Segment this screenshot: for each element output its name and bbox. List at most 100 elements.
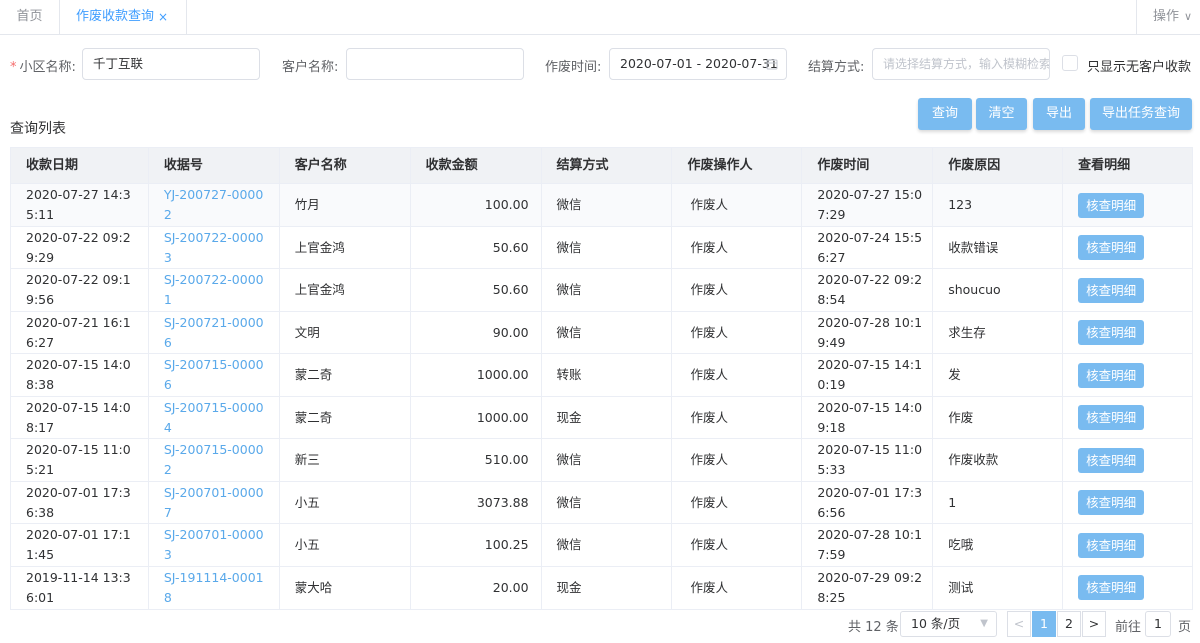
void-operator-cell-text: 作废人 [690, 197, 728, 213]
amount-cell-text: 1000.00 [476, 367, 529, 383]
query-button[interactable]: 查询 [918, 98, 972, 130]
receipt-number-link-text[interactable]: YJ-200727-00002 [164, 185, 269, 225]
void-reason-cell: 作废 [933, 396, 1064, 439]
table-body: 2020-07-27 14:35:11 YJ-200727-00002 竹月 100.… [11, 184, 1192, 609]
export-button[interactable]: 导出 [1033, 98, 1085, 130]
calendar-icon [766, 49, 778, 79]
table-row: 2020-07-15 11:05:21 SJ-200715-00002 新三 510.… [11, 439, 1192, 482]
operations-label: 操作 [1153, 9, 1180, 24]
receipt-date-cell-text: 2020-07-01 17:11:45 [26, 527, 131, 563]
amount-cell-text: 510.00 [484, 452, 529, 468]
export-task-query-button[interactable]: 导出任务查询 [1090, 98, 1192, 130]
prev-page-button[interactable]: < [1007, 611, 1031, 637]
tab-home[interactable]: 首页 [0, 0, 60, 35]
page-1-button[interactable]: 1 [1032, 611, 1056, 637]
void-time-label: 作废时间: [545, 60, 602, 75]
pagination-total: 共 12 条 [848, 620, 899, 635]
customer-input[interactable] [346, 48, 524, 80]
column-header: 结算方式 [542, 148, 673, 184]
tab-bar: 首页 作废收款查询 × 操作 ∨ [0, 0, 1200, 35]
community-input[interactable]: 千丁互联 [82, 48, 260, 80]
check-detail-button[interactable]: 核查明细 [1078, 235, 1145, 261]
receipt-number-link[interactable]: SJ-200722-00003 [149, 226, 280, 269]
receipt-date-cell-text: 2020-07-27 14:35:11 [26, 187, 131, 223]
settle-method-cell: 微信 [542, 226, 673, 269]
chevron-down-icon: ▼ [980, 618, 988, 629]
receipt-number-link[interactable]: SJ-200715-00004 [149, 396, 280, 439]
receipt-number-link-text[interactable]: SJ-191114-00018 [164, 568, 269, 608]
void-reason-cell-text: 收款错误 [948, 239, 999, 255]
settle-method-select[interactable]: 请选择结算方式，输入模糊检索 [872, 48, 1050, 80]
next-page-button[interactable]: > [1082, 611, 1106, 637]
receipt-number-link[interactable]: SJ-200715-00006 [149, 354, 280, 397]
only-no-customer-checkbox[interactable] [1062, 55, 1078, 71]
void-time-cell: 2020-07-29 09:28:25 [802, 566, 934, 609]
receipt-number-link[interactable]: SJ-200722-00001 [149, 269, 280, 312]
void-operator-cell: 作废人 [672, 269, 803, 312]
receipt-number-link-text[interactable]: SJ-200721-00006 [164, 313, 269, 353]
void-time-cell: 2020-07-22 09:28:54 [802, 269, 934, 312]
void-time-cell: 2020-07-15 14:10:19 [802, 354, 934, 397]
settle-method-cell: 微信 [542, 269, 673, 312]
tab-void-receipt-query[interactable]: 作废收款查询 × [60, 0, 187, 35]
receipt-number-link-text[interactable]: SJ-200715-00004 [164, 398, 269, 438]
column-header: 收据号 [149, 148, 280, 184]
receipt-number-link-text[interactable]: SJ-200722-00003 [164, 228, 269, 268]
void-time-cell-text: 2020-07-27 15:07:29 [817, 187, 923, 223]
settle-method-cell-text: 微信 [556, 239, 582, 255]
receipt-date-cell-text: 2020-07-21 16:16:27 [26, 314, 131, 350]
check-detail-button[interactable]: 核查明细 [1078, 490, 1145, 516]
goto-page-input[interactable]: 1 [1145, 611, 1171, 637]
receipt-number-link[interactable]: SJ-200701-00003 [149, 524, 280, 567]
void-time-cell-text: 2020-07-15 14:10:19 [817, 357, 923, 393]
column-header: 作废原因 [933, 148, 1064, 184]
customer-name-cell: 竹月 [280, 184, 411, 227]
receipt-number-link[interactable]: YJ-200727-00002 [149, 184, 280, 227]
check-detail-button[interactable]: 核查明细 [1078, 532, 1145, 558]
void-time-range-picker[interactable]: 2020-07-01 - 2020-07-31 [609, 48, 787, 80]
void-time-cell: 2020-07-24 15:56:27 [802, 226, 934, 269]
void-operator-cell: 作废人 [672, 184, 803, 227]
check-detail-button[interactable]: 核查明细 [1078, 362, 1145, 388]
check-detail-button[interactable]: 核查明细 [1078, 447, 1145, 473]
receipt-date-cell-text: 2019-11-14 13:36:01 [26, 569, 131, 605]
void-reason-cell-text: 吃哦 [948, 537, 974, 553]
receipt-number-link-text[interactable]: SJ-200715-00006 [164, 355, 269, 395]
amount-cell-text: 100.25 [484, 537, 529, 553]
amount-cell-text: 90.00 [492, 324, 529, 340]
receipt-number-link[interactable]: SJ-200715-00002 [149, 439, 280, 482]
check-detail-button[interactable]: 核查明细 [1078, 575, 1145, 601]
void-reason-cell: 吃哦 [933, 524, 1064, 567]
required-mark: * [10, 60, 17, 75]
customer-name-cell: 小五 [280, 524, 411, 567]
receipt-number-link-text[interactable]: SJ-200701-00003 [164, 525, 269, 565]
receipt-number-link-text[interactable]: SJ-200722-00001 [164, 270, 269, 310]
table-row: 2020-07-22 09:29:29 SJ-200722-00003 上官金鸿 50… [11, 226, 1192, 269]
operations-menu[interactable]: 操作 ∨ [1136, 0, 1200, 35]
settle-method-cell-text: 微信 [556, 537, 582, 553]
receipt-number-link-text[interactable]: SJ-200715-00002 [164, 440, 269, 480]
receipt-number-link[interactable]: SJ-191114-00018 [149, 566, 280, 609]
settle-method-cell-text: 微信 [556, 197, 582, 213]
check-detail-button[interactable]: 核查明细 [1078, 320, 1145, 346]
clear-button[interactable]: 清空 [976, 98, 1027, 130]
check-detail-button[interactable]: 核查明细 [1078, 405, 1145, 431]
amount-cell-text: 20.00 [492, 579, 529, 595]
amount-cell: 50.60 [411, 226, 542, 269]
receipt-number-link[interactable]: SJ-200721-00006 [149, 311, 280, 354]
table-header: 收款日期 收据号 客户名称 收款金额 结算方式 作废操作人 作废时间 作废原因 … [11, 148, 1192, 184]
only-no-customer-label[interactable]: 只显示无客户收款 [1087, 56, 1191, 75]
close-icon[interactable]: × [158, 0, 168, 34]
check-detail-button[interactable]: 核查明细 [1078, 192, 1145, 218]
void-operator-cell: 作废人 [672, 354, 803, 397]
void-reason-cell-text: 作废 [948, 409, 974, 425]
receipt-number-link[interactable]: SJ-200701-00007 [149, 481, 280, 524]
void-reason-cell-text: 作废收款 [948, 452, 999, 468]
table-row: 2020-07-21 16:16:27 SJ-200721-00006 文明 90.0… [11, 311, 1192, 354]
page-2-button[interactable]: 2 [1057, 611, 1081, 637]
void-operator-cell-text: 作废人 [690, 409, 728, 425]
page-size-select[interactable]: 10 条/页 ▼ [900, 611, 997, 637]
check-detail-button[interactable]: 核查明细 [1078, 277, 1145, 303]
receipt-number-link-text[interactable]: SJ-200701-00007 [164, 483, 269, 523]
void-operator-cell-text: 作废人 [690, 537, 728, 553]
